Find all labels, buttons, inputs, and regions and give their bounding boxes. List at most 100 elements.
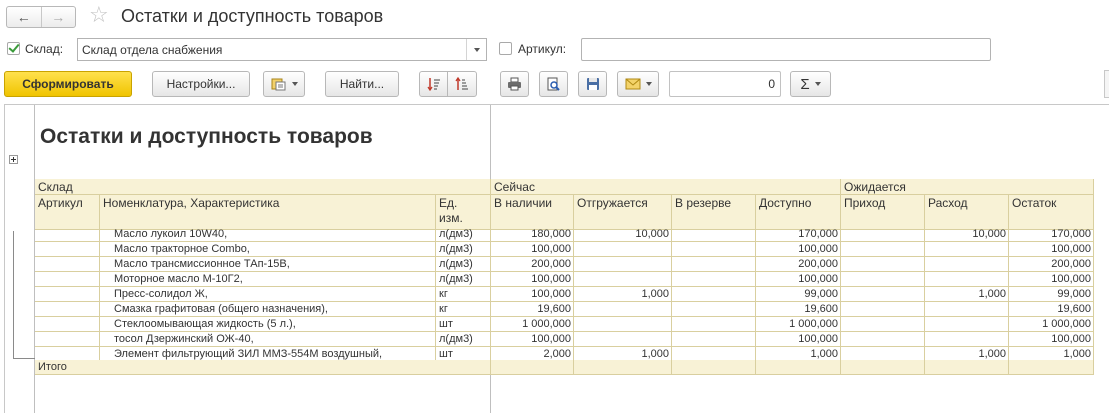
article-cell bbox=[35, 302, 100, 317]
article-cell bbox=[35, 227, 100, 242]
report-sheet[interactable]: Остатки и доступность товаров Склад Сейч… bbox=[4, 104, 1109, 413]
reserved-cell bbox=[672, 287, 756, 302]
article-cell bbox=[35, 317, 100, 332]
header-available: Доступно bbox=[756, 195, 841, 230]
warehouse-checkbox[interactable] bbox=[7, 42, 20, 55]
article-cell bbox=[35, 242, 100, 257]
available-cell: 100,000 bbox=[756, 332, 841, 347]
in-stock-cell: 100,000 bbox=[491, 242, 574, 257]
total-cell bbox=[672, 360, 756, 375]
income-cell bbox=[841, 287, 925, 302]
in-stock-cell: 200,000 bbox=[491, 257, 574, 272]
header-in-stock: В наличии bbox=[491, 195, 574, 230]
table-row[interactable]: Моторное масло М-10Г2, л(дм3) 100,000 100,0… bbox=[35, 272, 1094, 287]
reserved-cell bbox=[672, 227, 756, 242]
available-cell: 200,000 bbox=[756, 257, 841, 272]
panel-splitter[interactable] bbox=[1104, 70, 1109, 98]
table-row[interactable]: Смазка графитовая (общего назначения), кг… bbox=[35, 302, 1094, 317]
total-label: Итого bbox=[35, 360, 491, 375]
available-cell: 99,000 bbox=[756, 287, 841, 302]
chevron-down-icon[interactable] bbox=[466, 39, 486, 60]
header-now: Сейчас bbox=[491, 179, 841, 195]
unit-cell: л(дм3) bbox=[436, 257, 491, 272]
income-cell bbox=[841, 302, 925, 317]
forward-arrow-icon: → bbox=[51, 9, 66, 25]
table-row[interactable]: тосол Дзержинский ОЖ-40, л(дм3) 100,000 100… bbox=[35, 332, 1094, 347]
reserved-cell bbox=[672, 272, 756, 287]
remainder-cell: 1 000,000 bbox=[1009, 317, 1094, 332]
reserved-cell bbox=[672, 257, 756, 272]
available-cell: 170,000 bbox=[756, 227, 841, 242]
unit-cell: кг bbox=[436, 287, 491, 302]
item-name-cell: Масло трансмиссионное ТАп-15В, bbox=[100, 257, 436, 272]
header-unit: Ед. изм. bbox=[436, 195, 491, 230]
header-expected: Ожидается bbox=[841, 179, 1094, 195]
outgo-cell bbox=[925, 257, 1009, 272]
total-row: Итого bbox=[35, 360, 1094, 375]
chevron-down-icon bbox=[814, 82, 821, 86]
remainder-cell: 99,000 bbox=[1009, 287, 1094, 302]
sort-ascending-button[interactable] bbox=[419, 71, 448, 97]
header-warehouse: Склад bbox=[35, 179, 491, 195]
forward-button[interactable]: → bbox=[40, 7, 76, 27]
report-variants-icon bbox=[271, 78, 285, 91]
income-cell bbox=[841, 317, 925, 332]
warehouse-select[interactable]: Склад отдела снабжения bbox=[77, 38, 487, 61]
warehouse-select-value: Склад отдела снабжения bbox=[82, 43, 223, 57]
unit-cell: л(дм3) bbox=[436, 332, 491, 347]
save-button[interactable] bbox=[578, 71, 607, 97]
generate-button[interactable]: Сформировать bbox=[4, 71, 132, 97]
shipping-cell: 1,000 bbox=[574, 287, 672, 302]
available-cell: 1 000,000 bbox=[756, 317, 841, 332]
unit-cell: л(дм3) bbox=[436, 242, 491, 257]
preview-button[interactable] bbox=[539, 71, 568, 97]
item-name-cell: Масло лукоил 10W40, bbox=[100, 227, 436, 242]
table-row[interactable]: Пресс-солидол Ж, кг 100,000 1,000 99,000 1,00… bbox=[35, 287, 1094, 302]
email-button[interactable] bbox=[617, 71, 659, 97]
header-reserved: В резерве bbox=[672, 195, 756, 230]
row-group-bracket bbox=[13, 231, 35, 359]
income-cell bbox=[841, 332, 925, 347]
table-row[interactable]: Масло трансмиссионное ТАп-15В, л(дм3) 200,… bbox=[35, 257, 1094, 272]
income-cell bbox=[841, 272, 925, 287]
favorite-star-icon[interactable]: ☆ bbox=[89, 3, 109, 27]
header-outgo: Расход bbox=[925, 195, 1009, 230]
shipping-cell bbox=[574, 242, 672, 257]
back-arrow-icon: ← bbox=[16, 9, 31, 25]
available-cell: 19,600 bbox=[756, 302, 841, 317]
warehouse-label: Склад: bbox=[25, 42, 64, 56]
in-stock-cell: 100,000 bbox=[491, 332, 574, 347]
header-income: Приход bbox=[841, 195, 925, 230]
table-row[interactable]: Масло тракторное Combo, л(дм3) 100,000 100,… bbox=[35, 242, 1094, 257]
header-remainder: Остаток bbox=[1009, 195, 1094, 230]
unit-cell: кг bbox=[436, 302, 491, 317]
sort-descending-button[interactable] bbox=[447, 71, 477, 97]
header-item: Номенклатура, Характеристика bbox=[100, 195, 436, 230]
in-stock-cell: 1 000,000 bbox=[491, 317, 574, 332]
variants-button[interactable] bbox=[263, 71, 305, 97]
item-name-cell: Пресс-солидол Ж, bbox=[100, 287, 436, 302]
outgo-cell bbox=[925, 317, 1009, 332]
remainder-cell: 19,600 bbox=[1009, 302, 1094, 317]
article-checkbox[interactable] bbox=[499, 42, 512, 55]
page-title: Остатки и доступность товаров bbox=[121, 6, 384, 26]
item-name-cell: Смазка графитовая (общего назначения), bbox=[100, 302, 436, 317]
total-cell bbox=[491, 360, 574, 375]
article-input[interactable] bbox=[581, 38, 991, 61]
table-row[interactable]: Масло лукоил 10W40, л(дм3) 180,000 10,000 17… bbox=[35, 227, 1094, 242]
sum-button[interactable]: Σ bbox=[790, 71, 831, 97]
settings-button[interactable]: Настройки... bbox=[152, 71, 250, 97]
in-stock-cell: 19,600 bbox=[491, 302, 574, 317]
find-button[interactable]: Найти... bbox=[325, 71, 399, 97]
outgo-cell bbox=[925, 242, 1009, 257]
back-button[interactable]: ← bbox=[7, 7, 41, 27]
in-stock-cell: 100,000 bbox=[491, 287, 574, 302]
chevron-down-icon bbox=[645, 82, 652, 86]
print-button[interactable] bbox=[500, 71, 529, 97]
available-cell: 100,000 bbox=[756, 242, 841, 257]
cell-value-field[interactable]: 0 bbox=[669, 71, 781, 97]
print-preview-icon bbox=[547, 77, 560, 91]
expand-group-icon[interactable] bbox=[9, 155, 18, 164]
table-row[interactable]: Стеклоомывающая жидкость (5 л.), шт 1 000,… bbox=[35, 317, 1094, 332]
shipping-cell bbox=[574, 302, 672, 317]
